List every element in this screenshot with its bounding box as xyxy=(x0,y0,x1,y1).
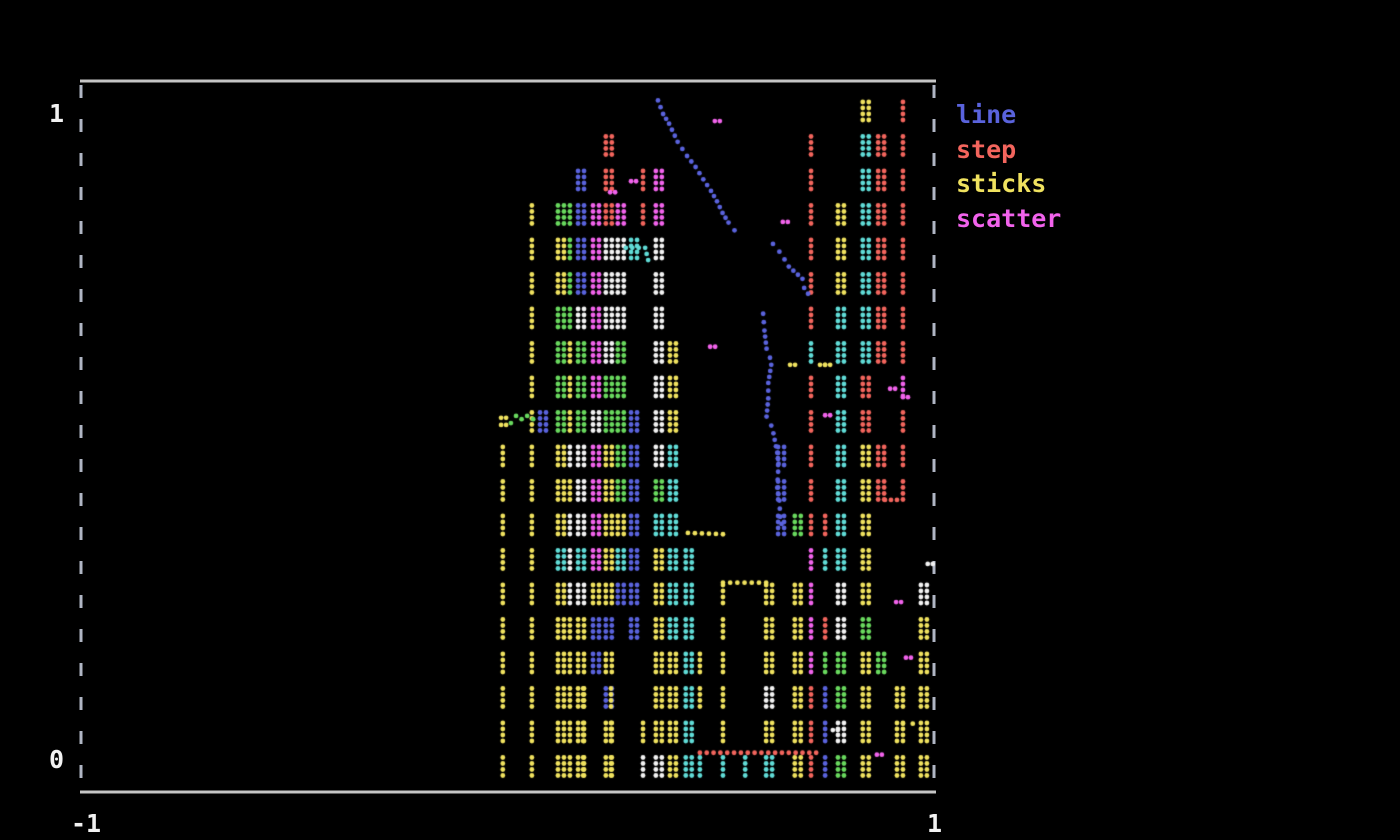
plot-dots-canvas xyxy=(0,0,1400,840)
legend-item-scatter: scatter xyxy=(956,202,1061,237)
y-axis-tick-1: 1 xyxy=(30,100,64,128)
x-axis-tick-neg1: -1 xyxy=(71,810,111,838)
legend-item-sticks: sticks xyxy=(956,167,1061,202)
terminal-plot-screen: 1 0 -1 1 linestepsticksscatter xyxy=(0,0,1400,840)
legend-item-line: line xyxy=(956,98,1061,133)
legend-item-step: step xyxy=(956,133,1061,168)
legend: linestepsticksscatter xyxy=(956,98,1061,236)
y-axis-tick-0: 0 xyxy=(30,746,64,774)
x-axis-tick-1: 1 xyxy=(912,810,942,838)
